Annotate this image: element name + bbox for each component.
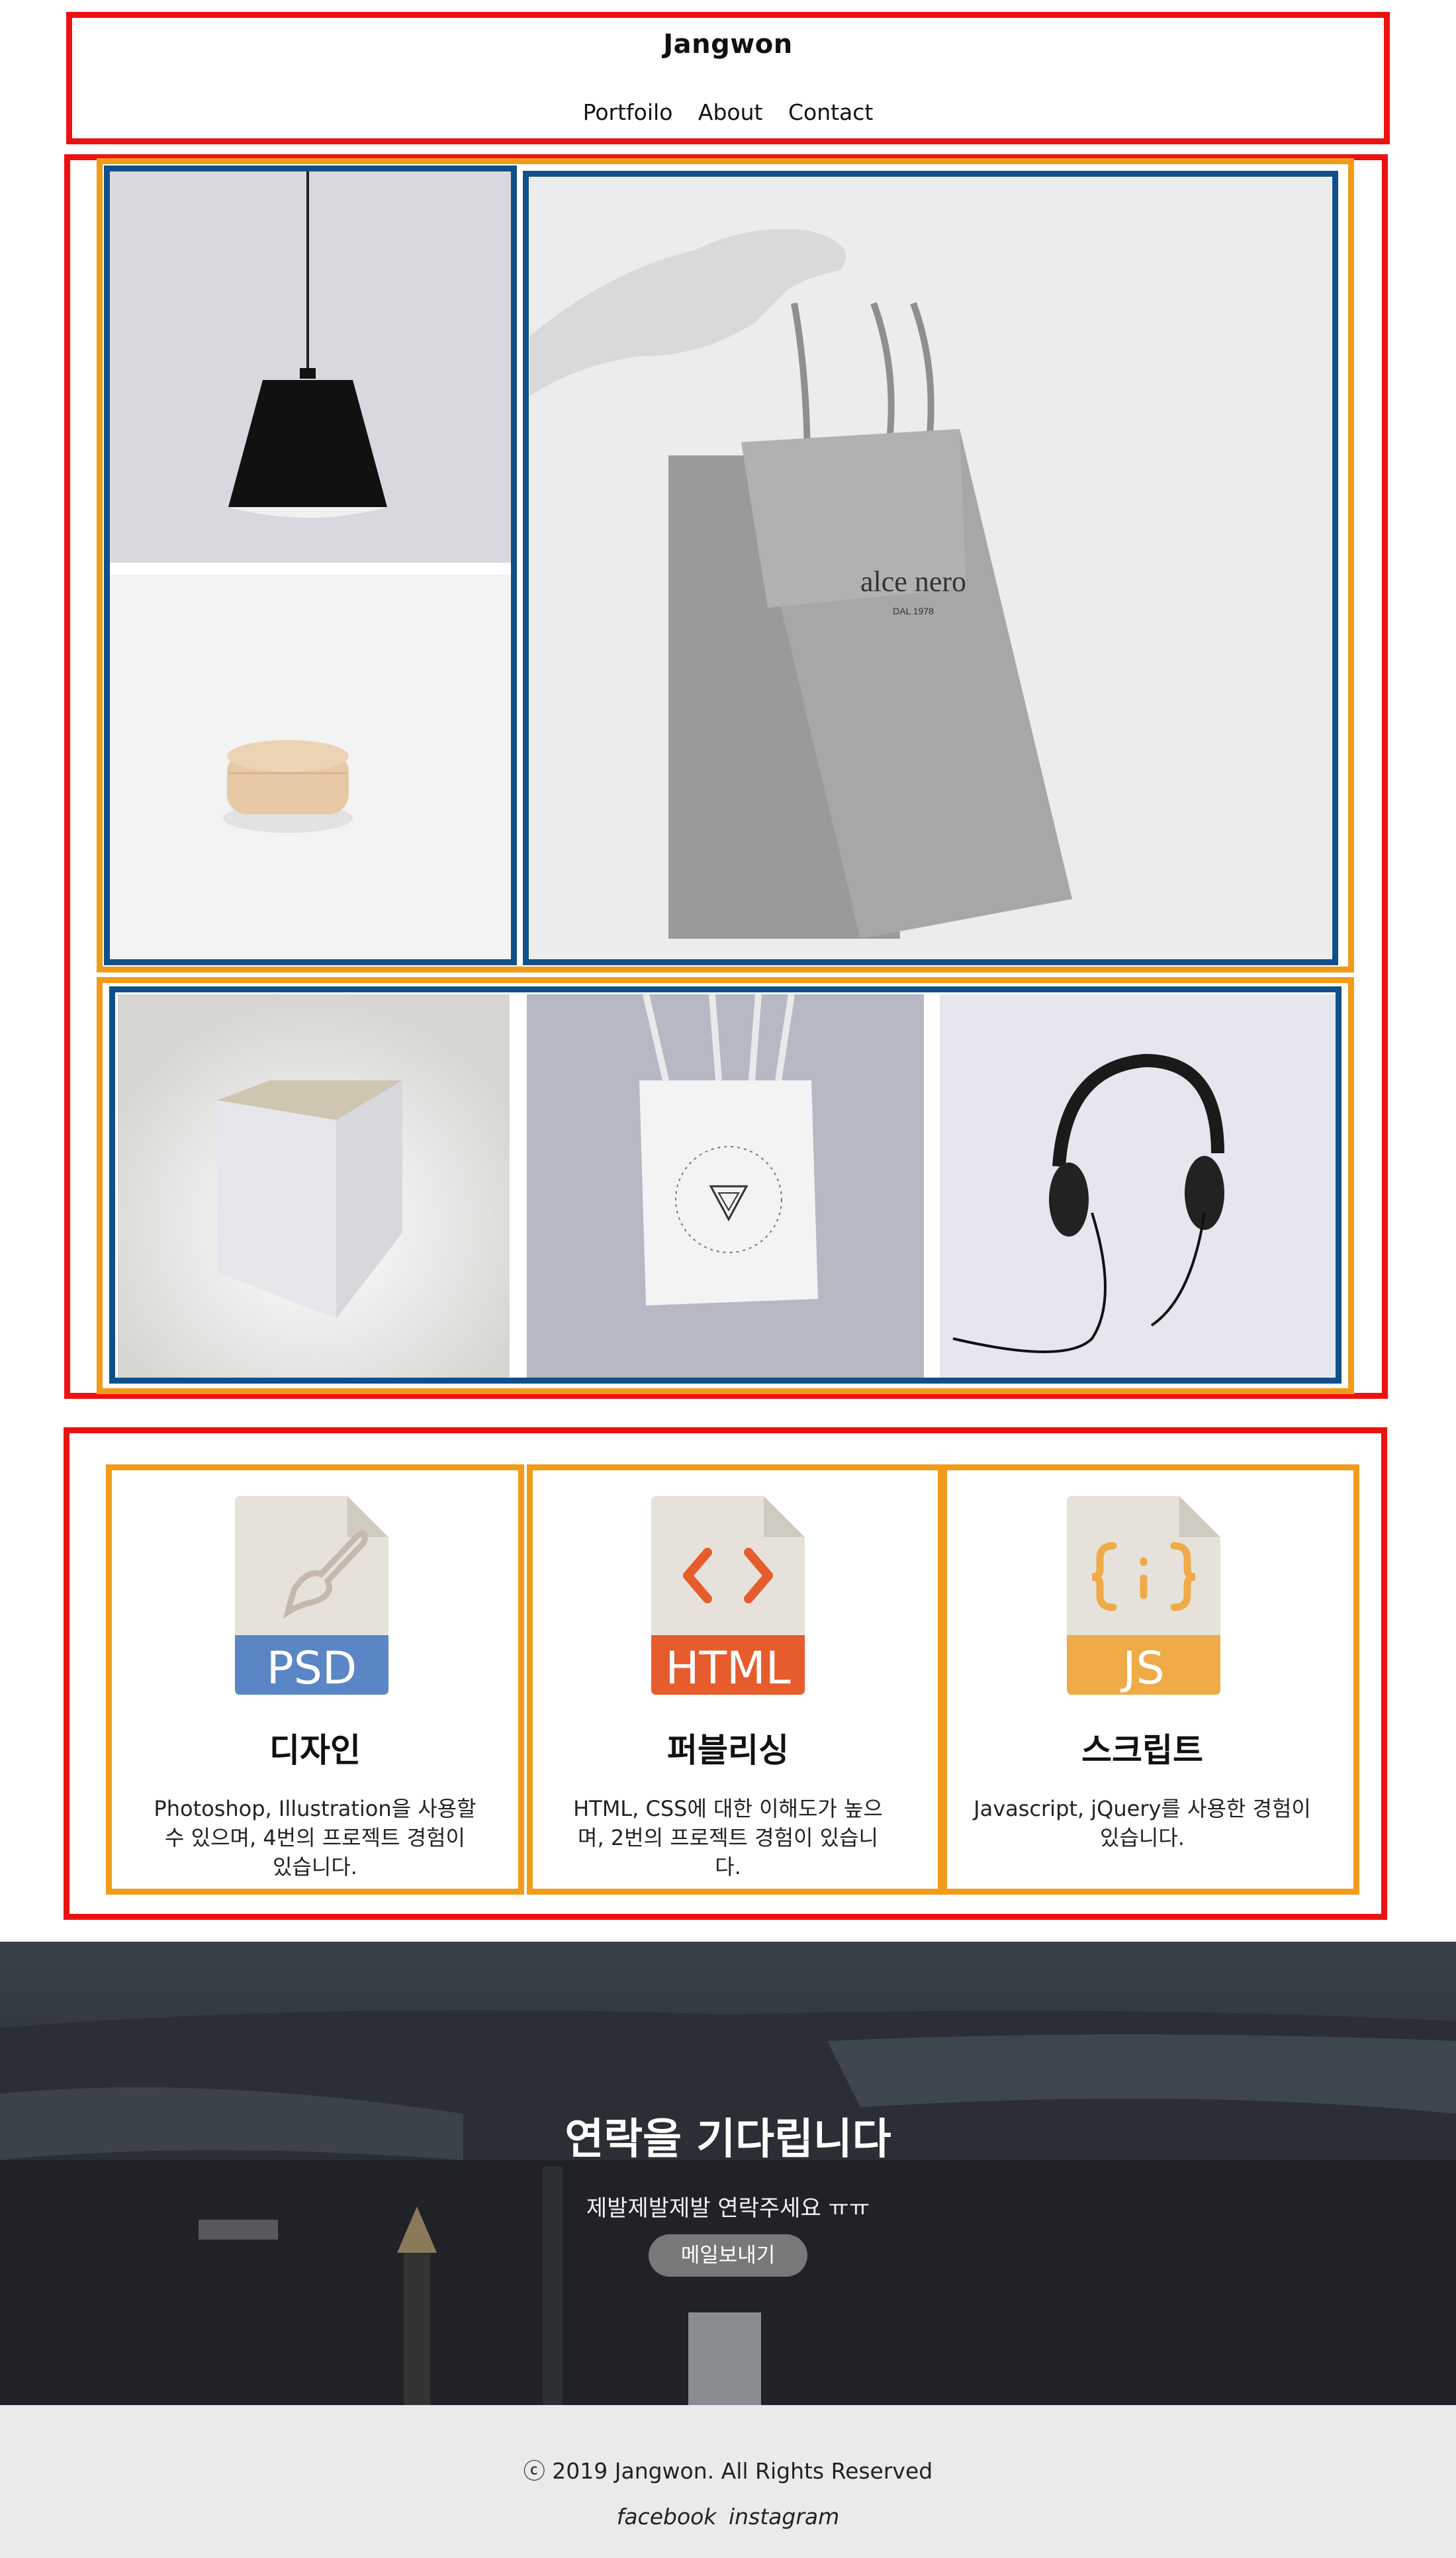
city-night-background-image (0, 1942, 1456, 2405)
instagram-link[interactable]: instagram (729, 2504, 839, 2530)
portfolio-col-right-outline (523, 171, 1338, 965)
nav-contact-link[interactable]: Contact (788, 99, 873, 125)
portfolio-row2-inner-outline (109, 986, 1342, 1384)
social-links: facebook instagram (0, 2504, 1456, 2530)
js-file-icon: JS (1067, 1496, 1220, 1695)
site-title[interactable]: Jangwon (0, 29, 1456, 60)
nav-about-link[interactable]: About (698, 99, 763, 125)
copyright-text: ⓒ 2019 Jangwon. All Rights Reserved (523, 2458, 933, 2484)
service-desc-script: Javascript, jQuery를 사용한 경험이 있습니다. (974, 1796, 1311, 1850)
service-desc-design: Photoshop, Illustration을 사용할 수 있으며, 4번의 … (154, 1796, 477, 1879)
service-title-design: 디자인 (269, 1731, 361, 1770)
html-file-icon: HTML (651, 1496, 805, 1695)
svg-text:JS: JS (1120, 1642, 1164, 1695)
svg-text:PSD: PSD (267, 1642, 357, 1695)
contact-title: 연락을 기다립니다 (565, 2115, 891, 2164)
main-nav: Portfoilo About Contact (0, 99, 1456, 125)
service-title-publishing: 퍼블리싱 (667, 1731, 789, 1770)
psd-file-icon: PSD (235, 1496, 388, 1695)
nav-portfolio-link[interactable]: Portfoilo (583, 99, 673, 125)
svg-text:HTML: HTML (665, 1642, 790, 1695)
contact-section (0, 1942, 1456, 2405)
portfolio-col-left-outline (104, 166, 517, 965)
send-mail-button[interactable]: 메일보내기 (649, 2234, 807, 2277)
contact-subtitle: 제발제발제발 연락주세요 ㅠㅠ (586, 2195, 870, 2222)
service-desc-publishing: HTML, CSS에 대한 이해도가 높으 며, 2번의 프로젝트 경험이 있습… (573, 1796, 883, 1879)
facebook-link[interactable]: facebook (617, 2504, 717, 2530)
service-title-script: 스크립트 (1081, 1731, 1203, 1770)
